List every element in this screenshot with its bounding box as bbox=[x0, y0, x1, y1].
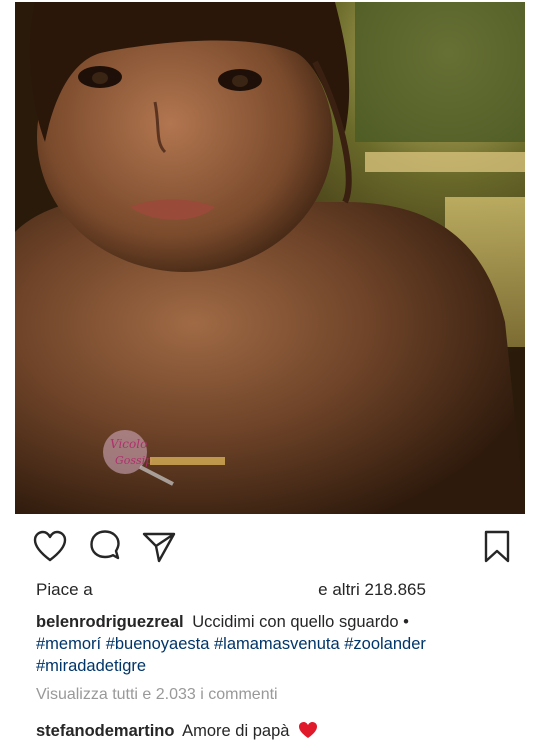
post-photo[interactable]: Vicolo Gossip bbox=[15, 2, 525, 514]
hashtag[interactable]: #lamamasvenuta bbox=[214, 635, 340, 653]
likes-count: 218.865 bbox=[364, 580, 426, 599]
comment-username[interactable]: stefanodemartino bbox=[36, 722, 174, 740]
hashtag[interactable]: #miradadetigre bbox=[36, 657, 146, 675]
comment-item: stefanodemartino Amore di papà bbox=[36, 721, 318, 741]
likes-prefix: Piace a bbox=[36, 580, 93, 599]
action-bar bbox=[30, 528, 515, 564]
likes-line[interactable]: Piace a e altri 218.865 bbox=[36, 580, 506, 600]
view-all-comments-link[interactable]: Visualizza tutti e 2.033 i commenti bbox=[36, 686, 278, 704]
red-heart-icon bbox=[299, 722, 318, 738]
comment-bubble-icon[interactable] bbox=[88, 530, 122, 564]
caption-username[interactable]: belenrodriguezreal bbox=[36, 613, 184, 631]
heart-outline-icon[interactable] bbox=[33, 530, 67, 564]
comment-text: Amore di papà bbox=[182, 722, 290, 740]
caption-text: Uccidimi con quello sguardo • bbox=[192, 613, 409, 631]
paper-plane-icon[interactable] bbox=[142, 530, 176, 564]
svg-text:Gossip: Gossip bbox=[115, 454, 152, 467]
bookmark-icon[interactable] bbox=[480, 530, 514, 564]
post-caption: belenrodriguezreal Uccidimi con quello s… bbox=[36, 611, 506, 677]
portrait-image: Vicolo Gossip bbox=[15, 2, 525, 514]
svg-text:Vicolo: Vicolo bbox=[110, 437, 147, 451]
hashtag[interactable]: #memorí bbox=[36, 635, 101, 653]
hashtag[interactable]: #zoolander bbox=[344, 635, 426, 653]
likes-suffix: e altri bbox=[318, 580, 360, 599]
instagram-post: Vicolo Gossip Piace a e altri 218.865 be… bbox=[0, 0, 540, 746]
hashtag[interactable]: #buenoyaesta bbox=[106, 635, 210, 653]
